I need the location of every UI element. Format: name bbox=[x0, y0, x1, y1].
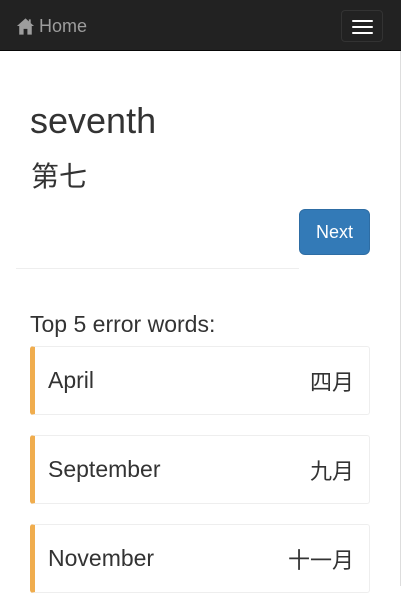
error-word-chinese: 十一月 bbox=[287, 548, 354, 574]
error-word-english: September bbox=[48, 456, 161, 482]
error-word-chinese: 四月 bbox=[309, 370, 354, 396]
error-word-english: November bbox=[48, 545, 155, 571]
error-word-item: November 十一月 bbox=[30, 524, 370, 593]
error-word-item: April 四月 bbox=[30, 346, 370, 415]
home-link[interactable]: Home bbox=[16, 14, 87, 38]
next-button[interactable]: Next bbox=[299, 209, 370, 255]
top-navbar: Home bbox=[0, 0, 401, 51]
home-icon bbox=[16, 17, 35, 35]
home-label: Home bbox=[39, 15, 88, 36]
error-word-chinese: 九月 bbox=[309, 459, 354, 485]
hamburger-menu-icon bbox=[352, 20, 373, 22]
current-word: seventh bbox=[30, 100, 157, 141]
error-word-english: April bbox=[48, 367, 95, 393]
divider bbox=[16, 268, 299, 269]
current-translation: 第七 bbox=[31, 160, 88, 193]
hamburger-menu-icon bbox=[352, 26, 373, 28]
navbar-menu-toggle[interactable] bbox=[341, 10, 383, 42]
error-words-title: Top 5 error words: bbox=[30, 311, 216, 337]
hamburger-menu-icon bbox=[352, 32, 373, 34]
error-word-item: September 九月 bbox=[30, 435, 370, 504]
